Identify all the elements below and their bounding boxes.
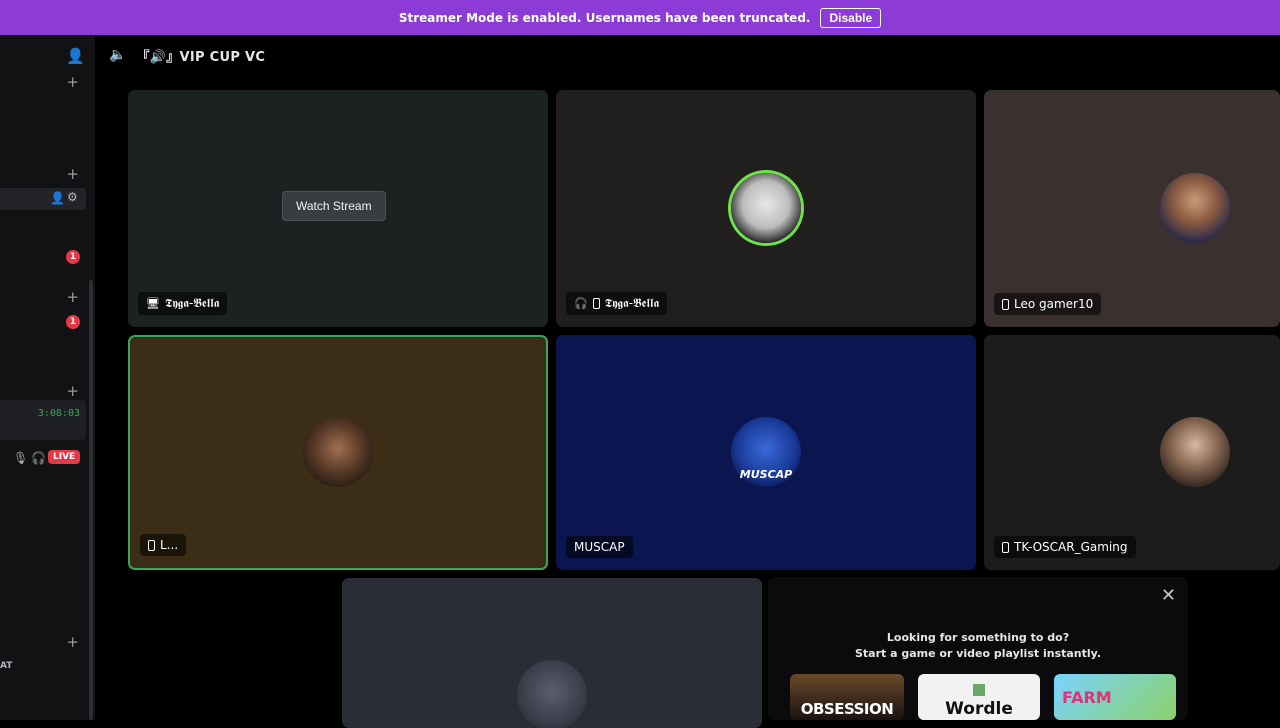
channel-sidebar: 👤 + + 👤 ⚙ 1 + 1 + 3:08:03 🎙 🎧 LIVE + AT	[0, 35, 95, 720]
participant-tile[interactable]: Watch Stream 🖥 𝕿𝖞𝖌𝖆-𝕭𝖊𝖑𝖑𝖆	[128, 90, 548, 327]
participant-tile-speaking[interactable]: L...	[128, 335, 548, 570]
activity-line-1: Looking for something to do?	[886, 631, 1070, 644]
add-channel-plus-icon[interactable]: +	[66, 167, 79, 182]
activity-card-title: OBSESSION	[800, 700, 894, 718]
gear-icon[interactable]: ⚙	[67, 190, 78, 204]
phone-icon	[148, 539, 155, 551]
watch-stream-button[interactable]: Watch Stream	[282, 191, 386, 221]
phone-icon	[1002, 541, 1009, 553]
streamer-mode-banner: Streamer Mode is enabled. Usernames have…	[0, 0, 1280, 35]
disable-streamer-mode-button[interactable]: Disable	[820, 7, 882, 28]
add-channel-plus-icon[interactable]: +	[66, 75, 79, 90]
participant-avatar	[303, 417, 373, 487]
avatar-text: MUSCAP	[739, 468, 793, 481]
muted-mic-icon: 🎙	[13, 451, 29, 465]
participant-avatar: MUSCAP	[731, 417, 801, 487]
mention-badge: 1	[66, 250, 80, 264]
participant-avatar	[517, 660, 587, 728]
close-icon[interactable]: ✕	[1161, 585, 1176, 606]
participant-name-tag: 🎧 𝕿𝖞𝖌𝖆-𝕭𝖊𝖑𝖑𝖆	[566, 292, 668, 315]
category-label-fragment: AT	[0, 661, 13, 671]
phone-icon	[1002, 298, 1009, 310]
selected-channel-row[interactable]: 👤 ⚙	[0, 188, 86, 210]
participant-avatar	[1160, 173, 1230, 243]
mention-badge: 1	[66, 315, 80, 329]
participant-name: L...	[160, 538, 179, 552]
channel-title: 『🔊』VIP CUP VC	[136, 49, 266, 65]
participant-name-tag: TK-OSCAR_Gaming	[994, 536, 1136, 558]
participant-name: 𝕿𝖞𝖌𝖆-𝕭𝖊𝖑𝖑𝖆	[164, 296, 220, 310]
participant-name-tag: MUSCAP	[566, 536, 633, 558]
deafened-icon: 🎧	[31, 451, 46, 465]
sidebar-scrollbar[interactable]	[89, 280, 93, 720]
activity-card-title: FARM	[1062, 687, 1112, 707]
participant-tile[interactable]: 🎧 𝕿𝖞𝖌𝖆-𝕭𝖊𝖑𝖑𝖆	[556, 90, 976, 327]
activity-card-farm[interactable]: FARM	[1054, 674, 1176, 720]
voice-channel-header: 🔈 『🔊』VIP CUP VC	[95, 35, 1280, 75]
participant-name: MUSCAP	[574, 540, 625, 554]
activity-line-2: Start a game or video playlist instantly…	[855, 647, 1101, 660]
activity-suggestion-panel: ✕ Looking for something to do? Start a g…	[768, 577, 1188, 720]
participant-tile[interactable]: MUSCAP MUSCAP	[556, 335, 976, 570]
participant-name: TK-OSCAR_Gaming	[1014, 540, 1128, 554]
participant-tile[interactable]: TK-OSCAR_Gaming	[984, 335, 1280, 570]
participant-tile[interactable]: Leo gamer10	[984, 90, 1280, 327]
participant-name-tag: L...	[140, 534, 187, 556]
screen-share-icon: 🖥	[146, 297, 160, 310]
participant-name: Leo gamer10	[1014, 297, 1094, 311]
invite-icon[interactable]: 👤	[50, 191, 65, 205]
streamer-mode-message: Streamer Mode is enabled. Usernames have…	[398, 10, 811, 25]
participant-name: 𝕿𝖞𝖌𝖆-𝕭𝖊𝖑𝖑𝖆	[604, 296, 660, 310]
speaker-icon: 🔈	[109, 47, 127, 63]
voice-timer: 3:08:03	[37, 408, 80, 419]
participant-avatar	[731, 173, 801, 243]
activity-message: Looking for something to do? Start a gam…	[768, 630, 1188, 662]
voice-timer-row[interactable]: 3:08:03	[0, 400, 86, 440]
muted-headphone-icon: 🎧	[574, 297, 588, 310]
add-channel-plus-icon[interactable]: +	[66, 384, 79, 399]
add-friend-icon[interactable]: 👤	[66, 47, 85, 65]
activity-card-title: Wordle	[945, 699, 1013, 719]
participant-name-tag: Leo gamer10	[994, 293, 1102, 315]
participant-name-tag: 🖥 𝕿𝖞𝖌𝖆-𝕭𝖊𝖑𝖑𝖆	[138, 292, 228, 315]
activity-card-obsession[interactable]: OBSESSION	[790, 674, 904, 720]
activity-card-wordle[interactable]: Wordle	[918, 674, 1040, 720]
participant-tile[interactable]	[342, 578, 762, 728]
live-badge: LIVE	[48, 450, 81, 464]
add-channel-plus-icon[interactable]: +	[66, 635, 79, 650]
phone-icon	[592, 298, 600, 309]
wordle-grid-icon	[973, 684, 985, 696]
participant-avatar	[1160, 417, 1230, 487]
add-channel-plus-icon[interactable]: +	[66, 290, 79, 305]
